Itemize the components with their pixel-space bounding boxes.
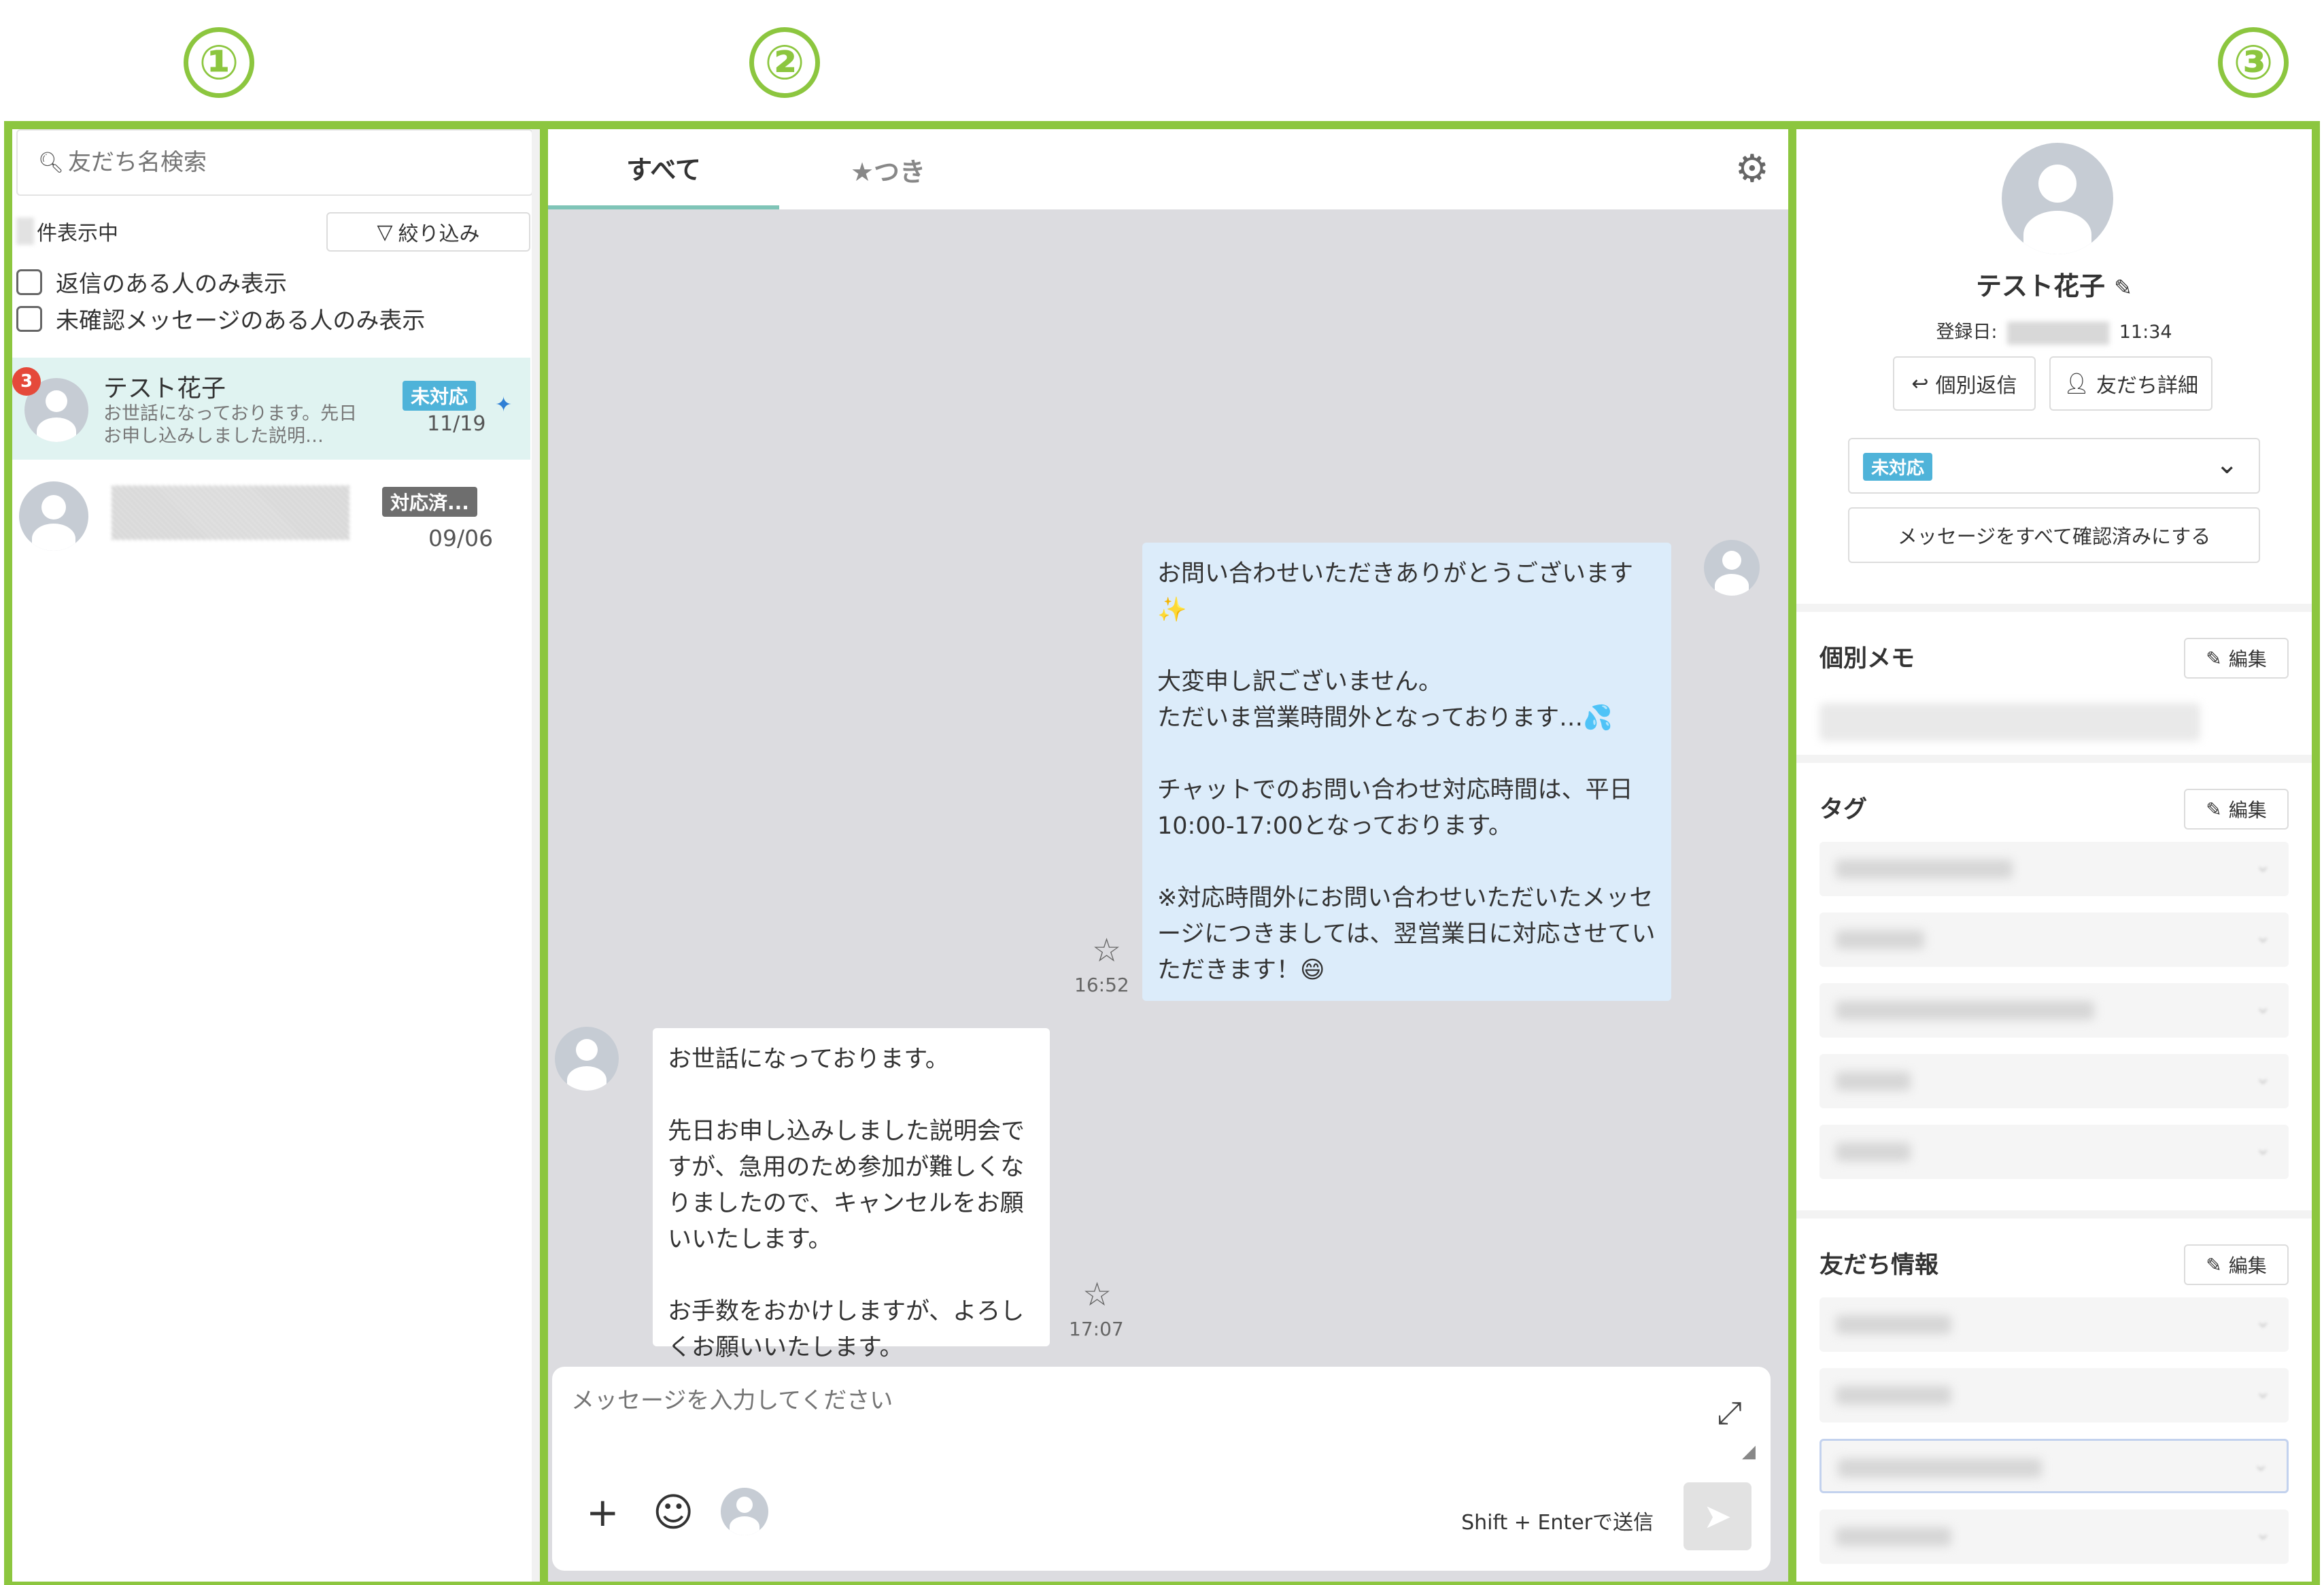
section-frame-2: [540, 121, 1796, 1585]
section-marker-3: ③: [2218, 27, 2289, 98]
section-marker-2: ②: [749, 27, 820, 98]
section-frame-3: [1788, 121, 2320, 1585]
section-frame-1: [4, 121, 548, 1585]
section-marker-1: ①: [184, 27, 254, 98]
